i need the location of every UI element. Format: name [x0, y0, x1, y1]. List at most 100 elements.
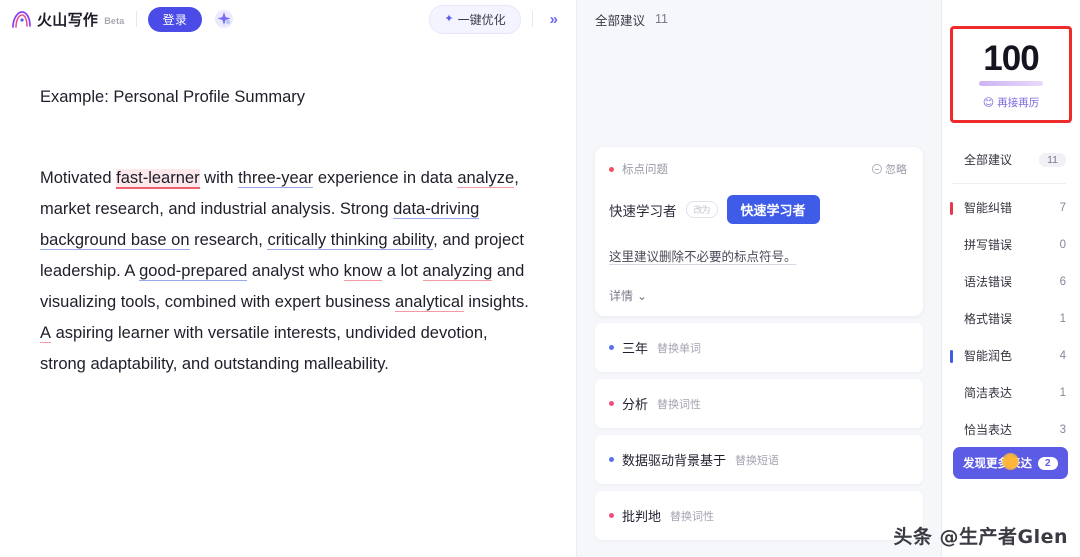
doc-text: Motivated	[40, 169, 117, 187]
optimize-label: 一键优化	[457, 12, 506, 27]
sidebar-group-智能润色[interactable]: 智能润色 4	[942, 337, 1080, 374]
more-button-label: 发现更多表达	[963, 458, 1032, 470]
sidebar-item-label: 恰当表达	[964, 423, 1013, 437]
app-logo[interactable]: 火山写作 Beta	[10, 9, 125, 30]
original-word: 快速学习者	[609, 203, 677, 219]
detail-label: 详情	[609, 289, 634, 303]
sidebar-item-all-suggestions[interactable]: 全部建议 11	[942, 141, 1080, 178]
sidebar-item-count: 3	[1059, 423, 1066, 436]
suggestion-category: 标点问题	[622, 164, 668, 176]
sidebar-item-拼写错误[interactable]: 拼写错误 0	[942, 226, 1080, 263]
login-button[interactable]: 登录	[147, 6, 203, 32]
discover-more-expressions-button[interactable]: 发现更多表达 2	[953, 447, 1068, 479]
sidebar-item-label: 语法错误	[964, 275, 1013, 289]
doc-marked-text[interactable]: fast-learner	[116, 169, 200, 189]
doc-marked-text[interactable]: know	[343, 262, 383, 281]
volcano-logo-icon	[10, 9, 32, 30]
sidebar-list: 全部建议 11 智能纠错 7 拼写错误 0 语法错误 6 格式错误 1 智能润色 4 简洁表达 1 恰当…	[942, 141, 1080, 448]
suggestion-pane: 全部建议 11 标点问题 忽略 快速学习者 改为 快速学习者 这里建议删除不必要…	[577, 0, 942, 557]
doc-marked-text[interactable]: three-year	[238, 169, 314, 188]
category-dot-icon	[609, 345, 614, 350]
collapse-panel-icon[interactable]: »	[544, 10, 564, 29]
sidebar-item-label: 简洁表达	[964, 386, 1013, 400]
category-dot-icon	[609, 401, 614, 406]
doc-marked-text[interactable]: good-prepared	[139, 262, 248, 281]
sidebar-item-label: 格式错误	[964, 312, 1013, 326]
suggestion-row[interactable]: 三年 替换单词	[595, 323, 923, 372]
score-subtitle-label: 再接再厉	[997, 97, 1040, 109]
sidebar-group-智能纠错[interactable]: 智能纠错 7	[942, 189, 1080, 226]
suggestion-row-word: 批判地	[622, 509, 662, 524]
suggestion-header-count: 11	[655, 12, 668, 26]
toolbar-divider-2	[531, 11, 533, 27]
suggestion-row-action: 替换单词	[657, 342, 702, 355]
score-value: 100	[983, 39, 1039, 78]
suggestion-rows: 三年 替换单词 分析 替换词性 数据驱动背景基于 替换短语 批判地 替换词性	[595, 323, 923, 540]
suggestion-row[interactable]: 批判地 替换词性	[595, 491, 923, 540]
sidebar-item-count: 0	[1059, 238, 1066, 251]
category-dot-icon	[609, 457, 614, 462]
doc-marked-text[interactable]: analyzing	[422, 262, 493, 281]
doc-text: experience in data	[313, 169, 458, 187]
editor-toolbar: 火山写作 Beta 登录 ✦ 一键优化 »	[0, 0, 576, 38]
suggestion-row-action: 替换词性	[670, 510, 715, 523]
doc-text: research,	[189, 231, 268, 249]
doc-text: a lot	[382, 262, 423, 280]
sidebar-item-label: 智能润色	[964, 349, 1013, 363]
ignore-button[interactable]: 忽略	[872, 161, 907, 177]
replacement-row: 快速学习者 改为 快速学习者	[609, 195, 907, 224]
sidebar-item-简洁表达[interactable]: 简洁表达 1	[942, 374, 1080, 411]
app-root: 火山写作 Beta 登录 ✦ 一键优化 » Example: Personal	[0, 0, 1080, 557]
group-accent-bar	[950, 349, 953, 363]
editor-pane: 火山写作 Beta 登录 ✦ 一键优化 » Example: Personal	[0, 0, 577, 557]
document-body[interactable]: Example: Personal Profile Summary Motiva…	[0, 38, 576, 557]
score-subtitle: 😊 再接再厉	[957, 95, 1065, 110]
suggestion-list[interactable]: 标点问题 忽略 快速学习者 改为 快速学习者 这里建议删除不必要的标点符号。 详…	[577, 38, 941, 557]
watermark: 头条 @生产者Glen	[893, 526, 1068, 548]
suggestion-card-active[interactable]: 标点问题 忽略 快速学习者 改为 快速学习者 这里建议删除不必要的标点符号。 详…	[595, 147, 923, 316]
magic-wand-icon[interactable]	[211, 7, 237, 31]
suggestion-row[interactable]: 数据驱动背景基于 替换短语	[595, 435, 923, 484]
suggestion-row-word: 三年	[622, 341, 649, 356]
sidebar-item-count: 7	[1059, 201, 1066, 214]
beta-badge: Beta	[104, 15, 125, 26]
sidebar-item-label: 全部建议	[964, 153, 1013, 167]
toolbar-divider	[135, 11, 137, 27]
suggestion-detail-toggle[interactable]: 详情 ⌄	[609, 287, 907, 304]
sparkle-icon: ✦	[444, 12, 454, 25]
sidebar-item-count: 11	[1039, 152, 1066, 167]
doc-marked-text[interactable]: A	[40, 324, 52, 343]
sidebar-item-label: 智能纠错	[964, 201, 1013, 215]
sidebar-item-语法错误[interactable]: 语法错误 6	[942, 263, 1080, 300]
sidebar-groups: 智能纠错 7 拼写错误 0 语法错误 6 格式错误 1 智能润色 4 简洁表达 1 恰当表达 3	[942, 189, 1080, 448]
arrow-chip-icon: 改为	[685, 201, 718, 218]
sidebar-item-label: 拼写错误	[964, 238, 1013, 252]
one-click-optimize-button[interactable]: ✦ 一键优化	[429, 4, 521, 34]
apply-replacement-button[interactable]: 快速学习者	[726, 195, 820, 224]
doc-text: aspiring learner with versatile interest…	[40, 324, 488, 373]
document-paragraph[interactable]: Motivated fast-learner with three-year e…	[40, 163, 534, 380]
suggestion-header-label: 全部建议	[595, 13, 646, 28]
category-dot-icon	[609, 166, 614, 172]
chevron-down-icon: ⌄	[637, 288, 648, 303]
suggestion-row-word: 数据驱动背景基于	[622, 453, 727, 468]
doc-marked-text[interactable]: critically thinking ability	[267, 231, 434, 250]
sidebar-item-格式错误[interactable]: 格式错误 1	[942, 300, 1080, 337]
sidebar-item-count: 4	[1059, 349, 1066, 362]
suggestion-header: 全部建议 11	[577, 0, 941, 38]
suggestion-row-word: 分析	[622, 397, 649, 412]
doc-text: insights.	[463, 293, 529, 311]
ignore-label: 忽略	[885, 164, 907, 176]
sidebar-item-恰当表达[interactable]: 恰当表达 3	[942, 411, 1080, 448]
score-underline	[979, 81, 1043, 86]
smile-emoji-icon: 😊	[982, 97, 995, 109]
circle-minus-icon	[872, 164, 882, 174]
more-button-badge: 2	[1038, 456, 1058, 470]
doc-marked-text[interactable]: analytical	[394, 293, 464, 312]
suggestion-row-action: 替换词性	[657, 398, 702, 411]
sidebar-item-count: 1	[1059, 386, 1066, 399]
group-accent-bar	[950, 201, 953, 215]
suggestion-description: 这里建议删除不必要的标点符号。	[609, 250, 797, 264]
suggestion-row[interactable]: 分析 替换词性	[595, 379, 923, 428]
doc-marked-text[interactable]: analyze	[457, 169, 515, 188]
